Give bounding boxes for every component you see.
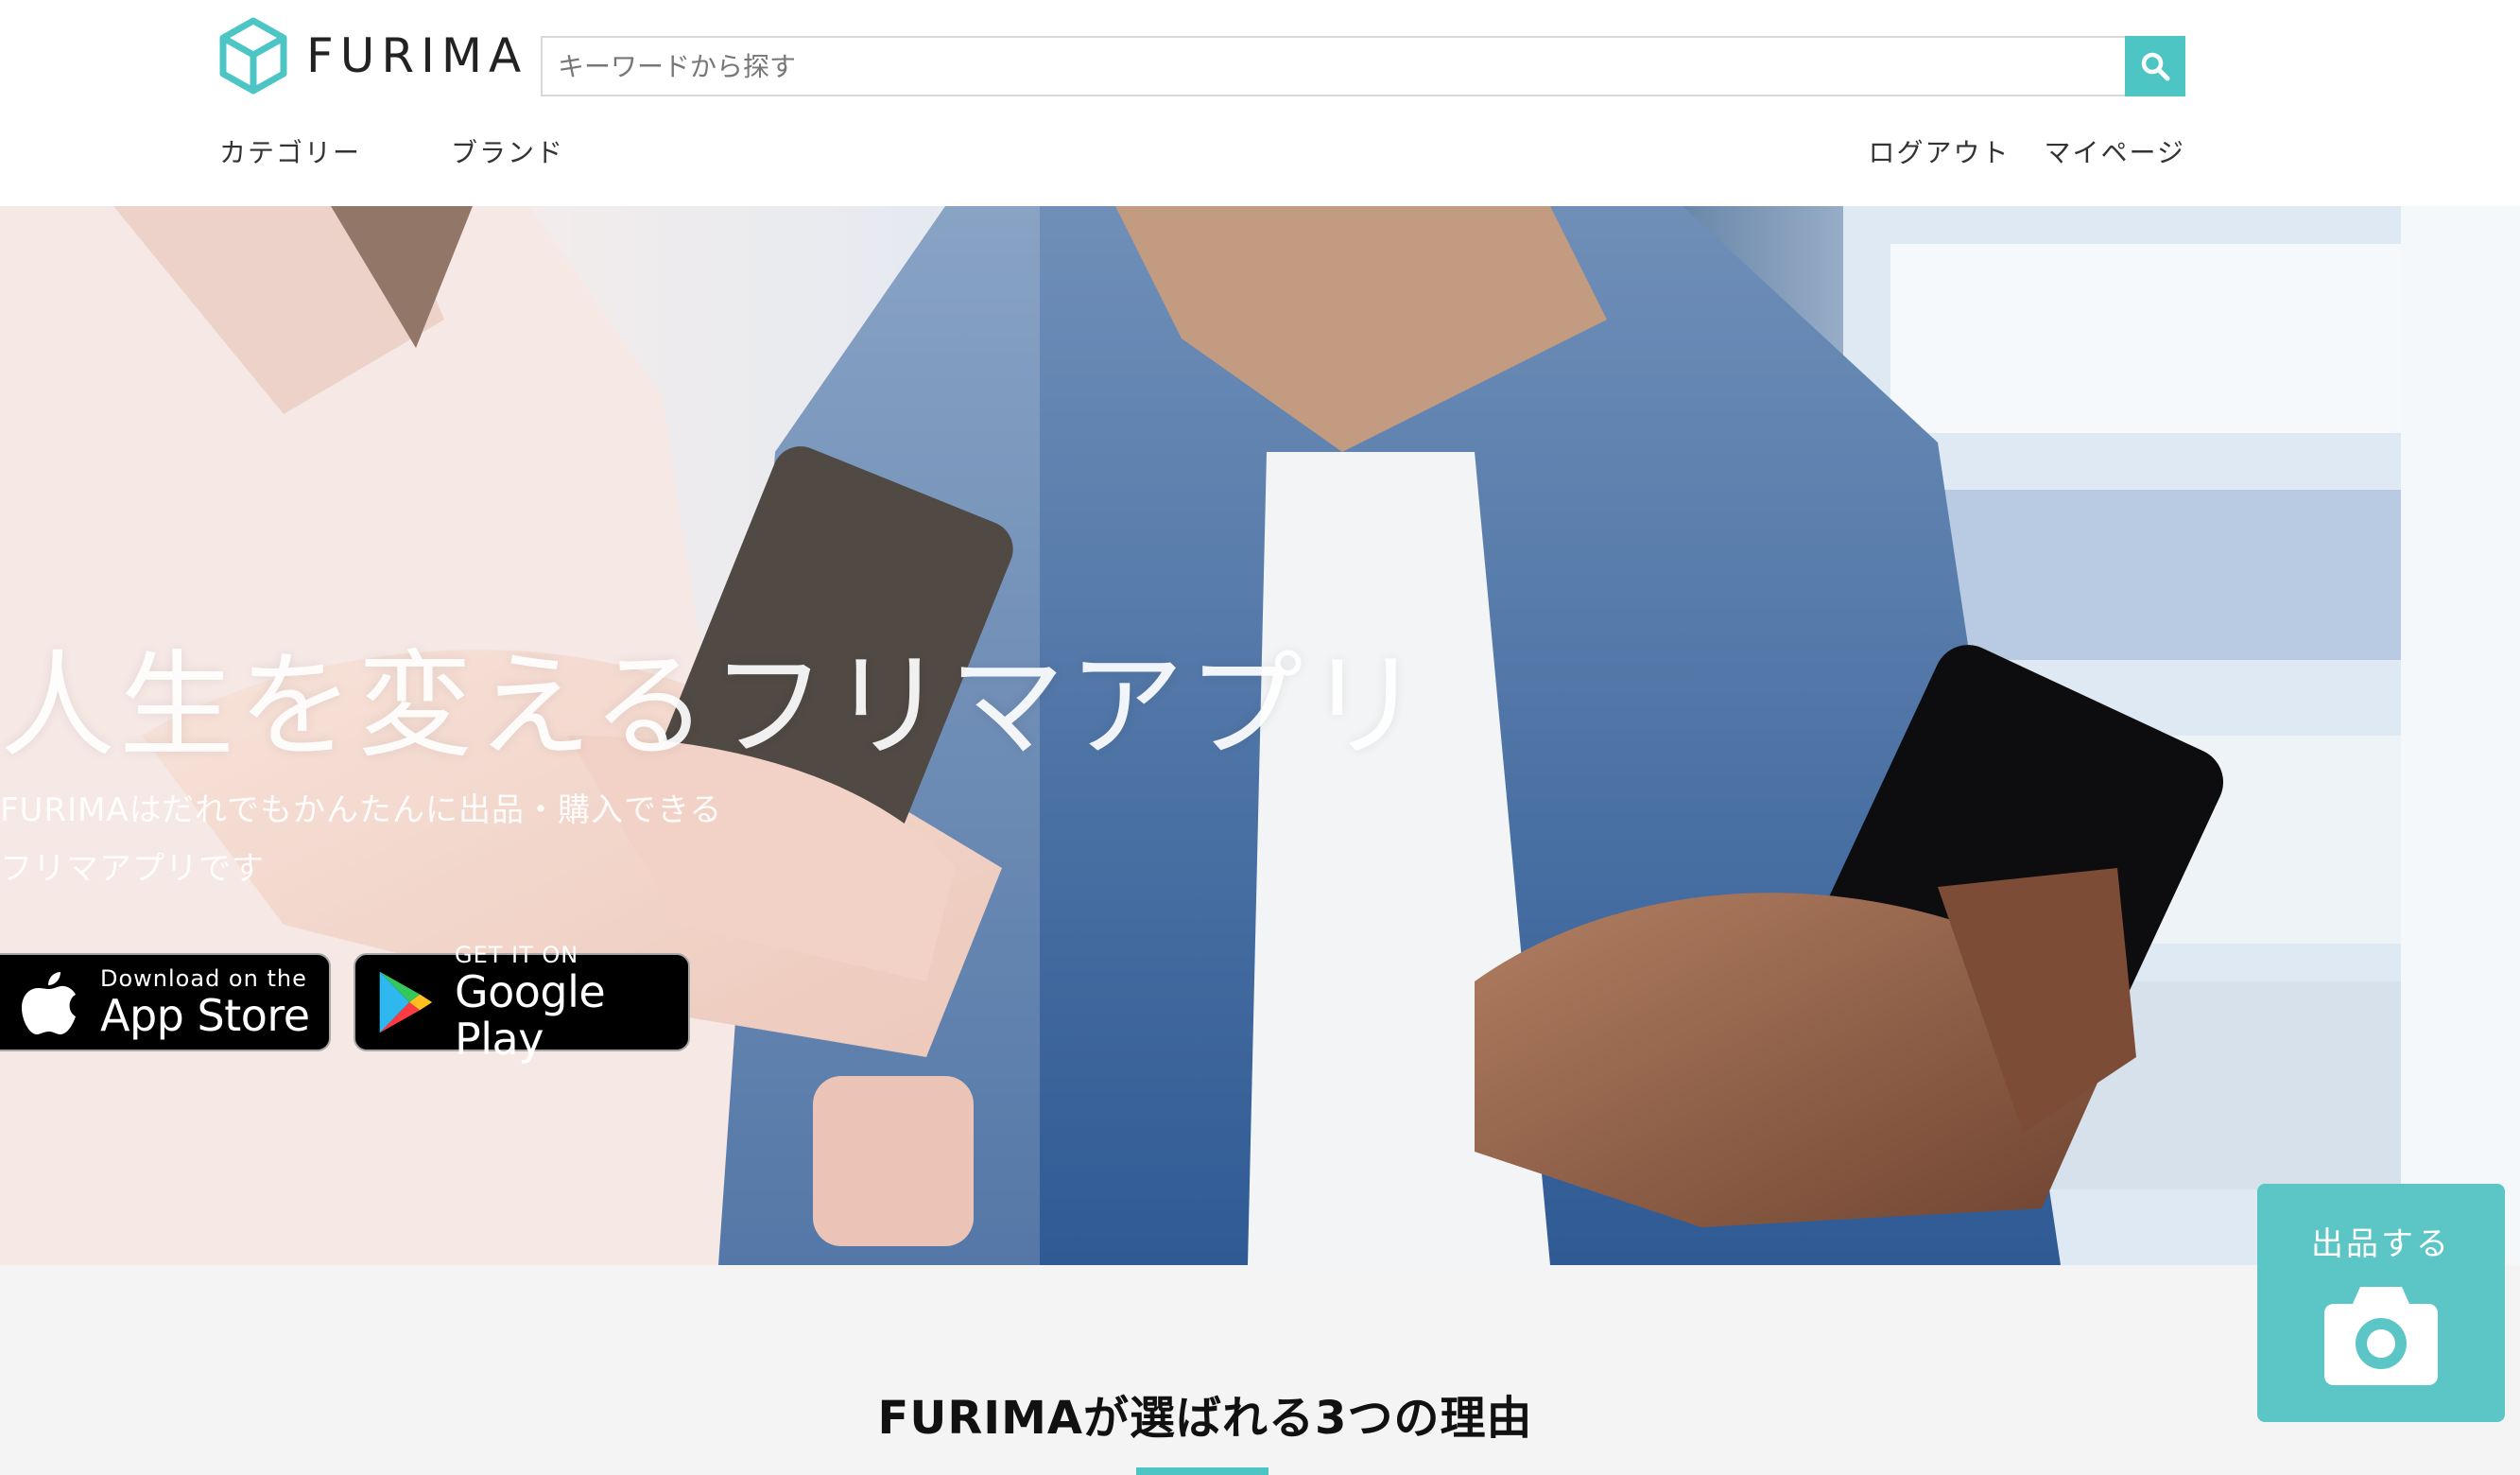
hero-title: 人生を変えるフリマアプリ	[0, 639, 1426, 773]
sell-button[interactable]: 出品する	[2257, 1184, 2505, 1422]
hero-subtitle: FURIMAはだれでもかんたんに出品・購入できる フリマアプリです	[0, 781, 722, 898]
search-bar	[541, 36, 2185, 96]
nav-category[interactable]: カテゴリー	[219, 132, 361, 170]
sell-button-label: 出品する	[2311, 1225, 2451, 1263]
nav-logout[interactable]: ログアウト	[1869, 132, 2011, 170]
logo[interactable]: FURIMA	[219, 17, 527, 95]
search-button[interactable]	[2125, 36, 2185, 96]
reasons-section: FURIMAが選ばれる3つの理由	[0, 1265, 2520, 1475]
nav-mypage[interactable]: マイページ	[2045, 132, 2185, 170]
google-play-small-text: GET IT ON	[455, 942, 579, 968]
hero-subtitle-line1: FURIMAはだれでもかんたんに出品・購入できる	[0, 791, 723, 829]
apple-icon	[22, 972, 76, 1034]
site-header: FURIMA カテゴリー ブランド ログアウト マイページ	[0, 0, 2520, 206]
reasons-title: FURIMAが選ばれる3つの理由	[877, 1392, 1533, 1445]
nav-right: ログアウト マイページ	[1869, 132, 2185, 170]
search-icon	[2141, 52, 2170, 81]
app-store-button[interactable]: Download on the App Store	[0, 953, 331, 1051]
nav-brand[interactable]: ブランド	[451, 132, 564, 170]
nav-left: カテゴリー ブランド	[219, 132, 564, 170]
hero-banner: 人生を変えるフリマアプリ FURIMAはだれでもかんたんに出品・購入できる フリ…	[0, 206, 2520, 1265]
camera-icon	[2324, 1287, 2438, 1385]
google-play-button[interactable]: GET IT ON Google Play	[354, 942, 690, 1063]
google-play-big-text: Google Play	[455, 966, 606, 1065]
search-input[interactable]	[541, 36, 2125, 96]
reasons-underline	[1136, 1467, 1269, 1475]
app-store-small-text: Download on the	[100, 965, 307, 992]
cube-logo-icon	[219, 17, 287, 95]
logo-text: FURIMA	[306, 28, 528, 83]
hero-subtitle-line2: フリマアプリです	[0, 850, 265, 888]
app-store-big-text: App Store	[100, 990, 310, 1041]
google-play-icon	[379, 971, 433, 1033]
